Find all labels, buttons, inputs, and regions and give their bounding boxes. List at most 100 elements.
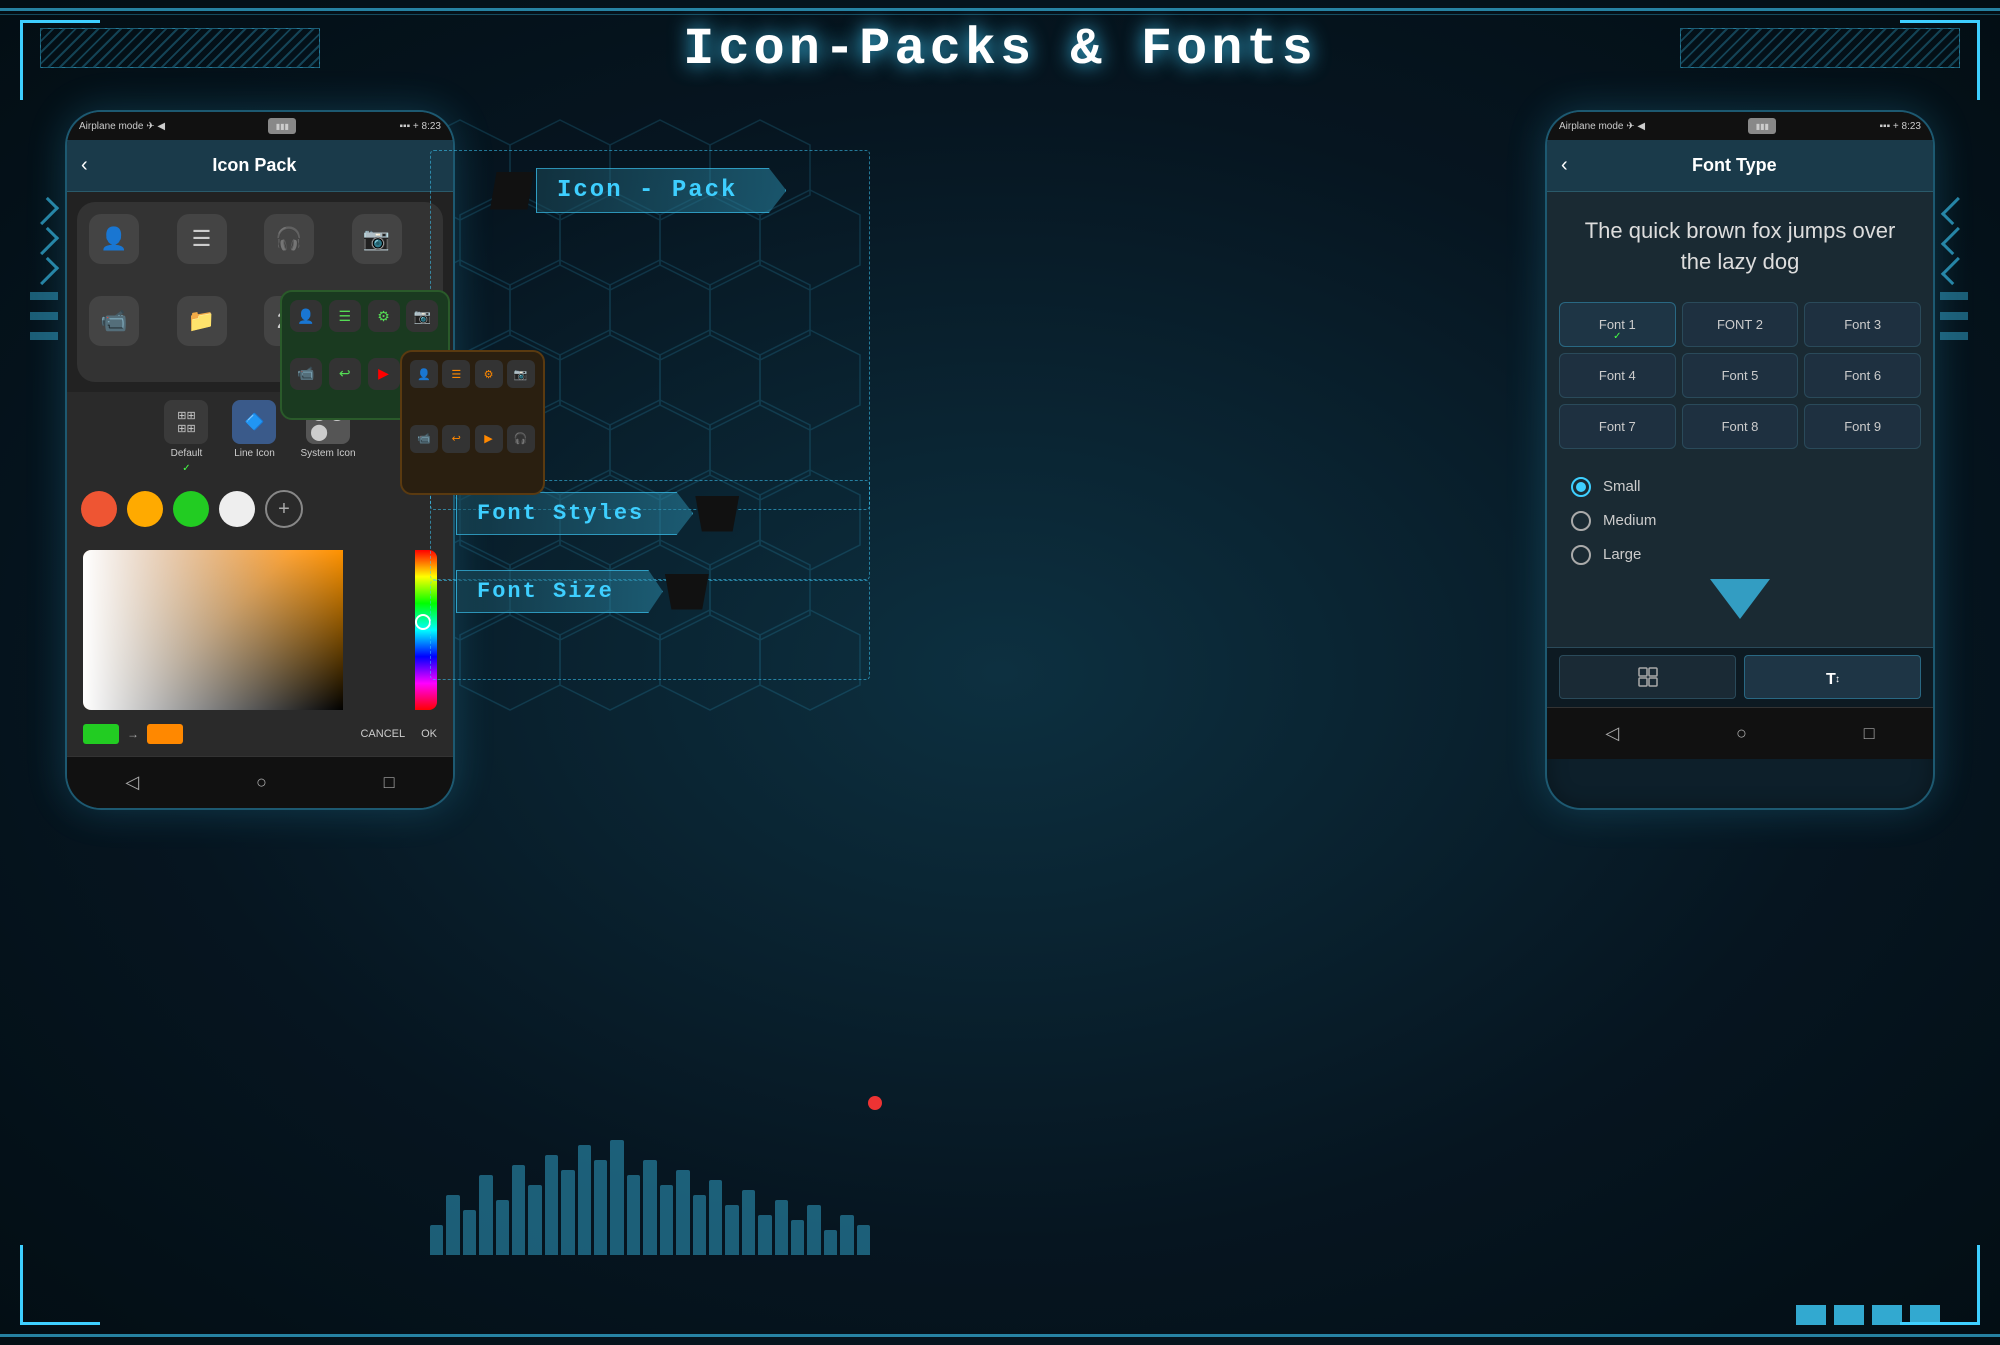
font-1-label: Font 1: [1599, 317, 1636, 332]
eq-bar-5: [496, 1200, 509, 1255]
nav-back-right[interactable]: ◁: [1605, 723, 1619, 744]
color-picker[interactable]: [83, 550, 437, 710]
gi-7: ▶: [368, 358, 400, 390]
chevron-icon-r3: [1941, 257, 1969, 285]
status-right-right: ▪▪▪ + 8:23: [1879, 121, 1921, 132]
font-6-label: Font 6: [1844, 368, 1881, 383]
nav-recent-left[interactable]: □: [384, 772, 395, 793]
left-side-deco: [30, 200, 60, 342]
eq-bar-8: [545, 1155, 558, 1255]
eq-bar-12: [610, 1140, 623, 1255]
font-btn-7[interactable]: Font 7: [1559, 404, 1676, 449]
font-size-section: Small Medium Large: [1547, 457, 1933, 647]
font-5-label: Font 5: [1722, 368, 1759, 383]
chevron-icon-r2: [1941, 227, 1969, 255]
color-gradient[interactable]: [83, 550, 343, 710]
deco-rect-1: [30, 292, 58, 300]
time-left: ▪▪▪ + 8:23: [399, 121, 441, 132]
time-right: ▪▪▪ + 8:23: [1879, 121, 1921, 132]
add-swatch-button[interactable]: +: [265, 490, 303, 528]
font-1-check: ✓: [1613, 331, 1621, 342]
icon-cell-video: 📹: [89, 296, 139, 346]
picker-from-color: [83, 724, 119, 744]
radio-medium[interactable]: Medium: [1571, 511, 1909, 531]
banner-block-right-styles: [695, 496, 739, 532]
eq-bar-21: [758, 1215, 771, 1255]
oi-3: ⚙: [475, 360, 503, 388]
radio-large[interactable]: Large: [1571, 545, 1909, 565]
oi-1: 👤: [410, 360, 438, 388]
icon-type-line[interactable]: 🔷 Line Icon: [232, 400, 276, 474]
right-side-deco: [1940, 200, 1970, 342]
font-btn-4[interactable]: Font 4: [1559, 353, 1676, 398]
right-phone-header: ‹ Font Type: [1547, 140, 1933, 192]
nav-home-left[interactable]: ○: [256, 772, 267, 793]
red-dot: [868, 1096, 882, 1110]
deco-rect-2: [30, 312, 58, 320]
size-small-label: Small: [1603, 478, 1641, 495]
chevron-icon-2: [31, 227, 59, 255]
eq-bar-15: [660, 1185, 673, 1255]
font-btn-5[interactable]: Font 5: [1682, 353, 1799, 398]
left-phone-nav: ◁ ○ □: [67, 756, 453, 808]
battery-icon-right: ▮▮▮: [1756, 122, 1769, 131]
oi-5: 📹: [410, 425, 438, 453]
size-large-label: Large: [1603, 546, 1641, 563]
font-btn-9[interactable]: Font 9: [1804, 404, 1921, 449]
back-button-left[interactable]: ‹: [81, 154, 88, 177]
nav-back-left[interactable]: ◁: [125, 772, 139, 793]
picker-arrow-icon: →: [127, 727, 139, 741]
font-t-icon: T ↕: [1822, 666, 1844, 688]
font-grid: Font 1 ✓ FONT 2 Font 3 Font 4 Font 5 Fon…: [1547, 294, 1933, 457]
eq-bar-10: [578, 1145, 591, 1255]
icon-type-default[interactable]: ⊞⊞⊞⊞ Default ✓: [164, 400, 208, 474]
gi-3: ⚙: [368, 300, 400, 332]
oi-4: 📷: [507, 360, 535, 388]
font-btn-1[interactable]: Font 1 ✓: [1559, 302, 1676, 347]
nav-home-right[interactable]: ○: [1736, 723, 1747, 744]
hue-handle[interactable]: [415, 614, 431, 630]
eq-bar-26: [840, 1215, 853, 1255]
font-size-text: Font Size: [456, 570, 663, 613]
font-btn-8[interactable]: Font 8: [1682, 404, 1799, 449]
font-btn-3[interactable]: Font 3: [1804, 302, 1921, 347]
swatch-red[interactable]: [81, 491, 117, 527]
font-btn-6[interactable]: Font 6: [1804, 353, 1921, 398]
ok-button[interactable]: OK: [421, 728, 437, 740]
nav-recent-right[interactable]: □: [1864, 723, 1875, 744]
back-button-right[interactable]: ‹: [1561, 154, 1568, 177]
line-label: Line Icon: [234, 448, 275, 459]
right-phone-title: Font Type: [1580, 155, 1889, 176]
cancel-button[interactable]: CANCEL: [360, 728, 405, 740]
gi-4: 📷: [406, 300, 438, 332]
banner-block-left: [490, 172, 534, 210]
eq-bar-17: [693, 1195, 706, 1255]
eq-bar-2: [446, 1195, 459, 1255]
airplane-mode-left: Airplane mode ✈ ◀: [79, 121, 165, 132]
size-indicator: [1571, 579, 1909, 619]
airplane-mode-right: Airplane mode ✈ ◀: [1559, 121, 1645, 132]
deco-rect-3: [30, 332, 58, 340]
gi-6: ↩: [329, 358, 361, 390]
eq-bar-27: [857, 1225, 870, 1255]
swatch-yellow[interactable]: [127, 491, 163, 527]
font-styles-label: Font Styles: [456, 492, 739, 535]
swatch-green[interactable]: [173, 491, 209, 527]
font-7-label: Font 7: [1599, 419, 1636, 434]
picker-to-color: [147, 724, 183, 744]
radio-small[interactable]: Small: [1571, 477, 1909, 497]
swatch-white[interactable]: [219, 491, 255, 527]
font-btn-2[interactable]: FONT 2: [1682, 302, 1799, 347]
color-picker-container: → CANCEL OK: [67, 536, 453, 756]
eq-bar-20: [742, 1190, 755, 1255]
hatch-right: [1680, 28, 1960, 68]
right-phone-toolbar: T ↕: [1547, 647, 1933, 707]
toolbar-grid-button[interactable]: [1559, 655, 1736, 699]
deco-rect-r1: [1940, 292, 1968, 300]
banner-block-right-size: [665, 574, 709, 610]
toolbar-font-button[interactable]: T ↕: [1744, 655, 1921, 699]
left-phone: Airplane mode ✈ ◀ ▮▮▮ ▪▪▪ + 8:23 ‹ Icon …: [65, 110, 455, 810]
default-check: ✓: [182, 463, 190, 474]
chevron-icon-3: [31, 257, 59, 285]
default-thumb: ⊞⊞⊞⊞: [164, 400, 208, 444]
